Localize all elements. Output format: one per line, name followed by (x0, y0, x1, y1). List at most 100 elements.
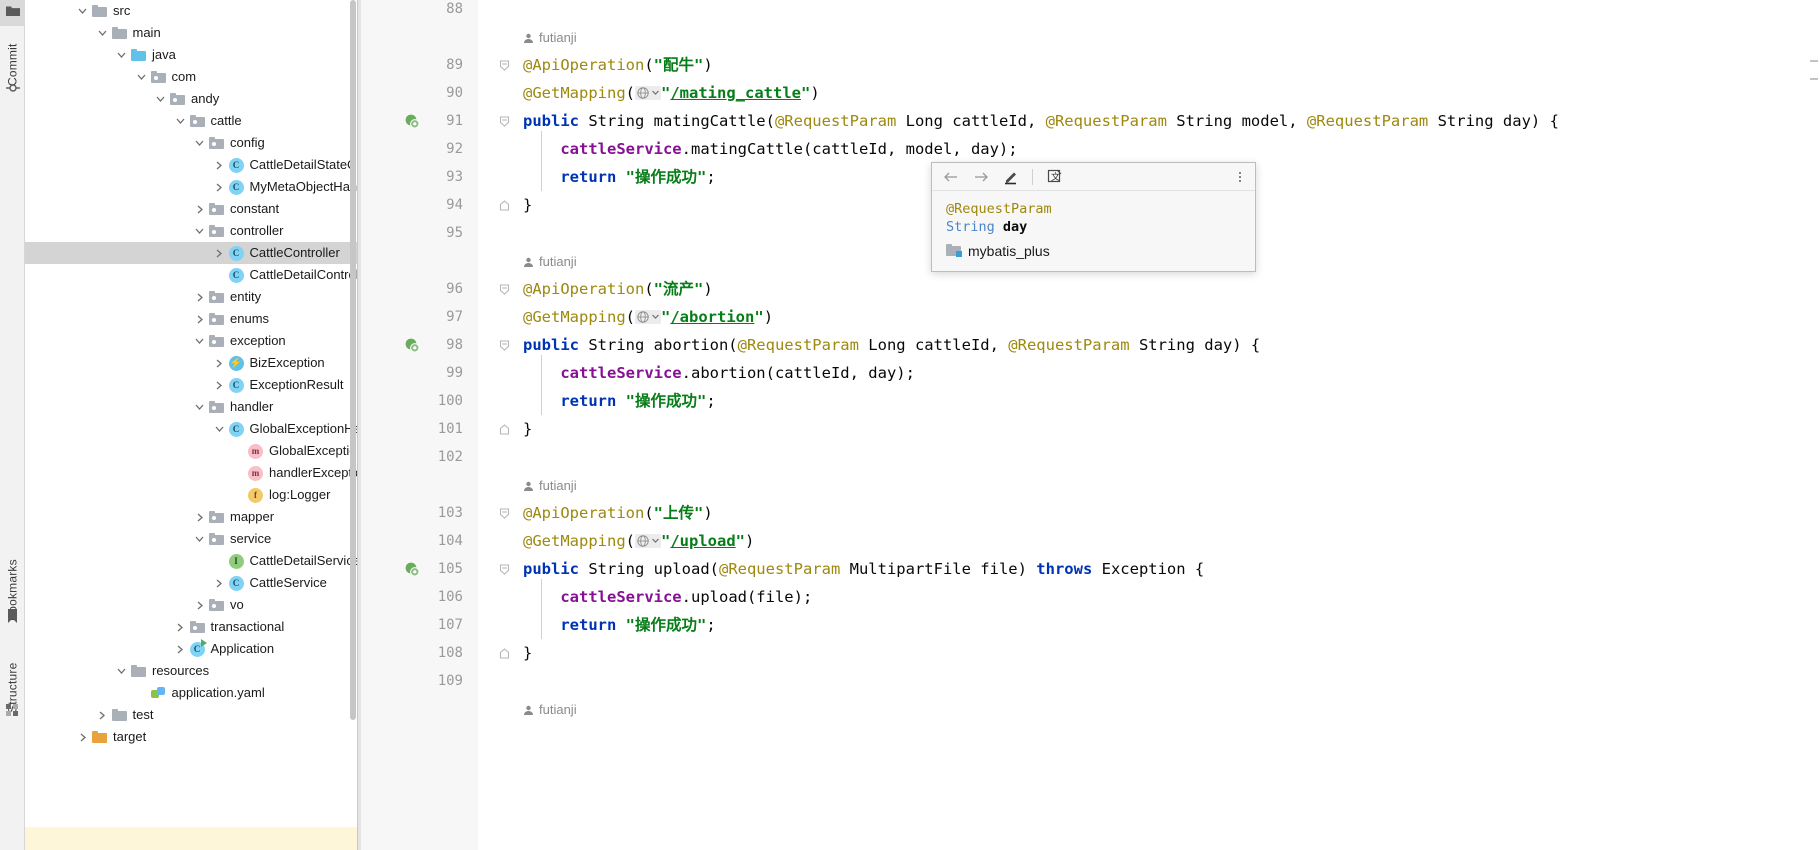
code-text[interactable]: cattleService.matingCattle(cattleId, mod… (523, 135, 1820, 163)
chevron-down-icon[interactable] (76, 5, 89, 18)
code-text[interactable]: @GetMapping("/mating_cattle") (523, 79, 1820, 107)
tree-item-vo[interactable]: vo (25, 594, 357, 616)
vcs-author-annotation[interactable]: futianji (523, 23, 577, 51)
vcs-author-row[interactable]: futianji (358, 471, 1820, 499)
code-line[interactable]: 101} (358, 415, 1820, 443)
chevron-right-icon[interactable] (193, 599, 206, 612)
tree-item-cattledetailstateconv[interactable]: C CattleDetailStateConv (25, 154, 357, 176)
tree-item-target[interactable]: target (25, 726, 357, 748)
code-line[interactable]: 103 @ApiOperation("上传") (358, 499, 1820, 527)
vcs-author-annotation[interactable]: futianji (523, 471, 577, 499)
chevron-right-icon[interactable] (76, 731, 89, 744)
code-text[interactable]: @GetMapping("/upload") (523, 527, 1820, 555)
tree-item-handlerexception[interactable]: m handlerException( (25, 462, 357, 484)
code-text[interactable]: @ApiOperation("上传") (523, 499, 1820, 527)
chevron-down-icon[interactable] (193, 225, 206, 238)
run-gutter-icon[interactable] (403, 107, 421, 135)
tree-item-application-yaml[interactable]: application.yaml (25, 682, 357, 704)
tree-item-log-logger[interactable]: f log:Logger (25, 484, 357, 506)
code-line[interactable]: 98 public String abortion(@RequestParam L… (358, 331, 1820, 359)
chevron-down-icon[interactable] (115, 49, 128, 62)
code-text[interactable]: cattleService.abortion(cattleId, day); (523, 359, 1820, 387)
tree-item-application[interactable]: C Application (25, 638, 357, 660)
code-text[interactable]: public String upload(@RequestParam Multi… (523, 555, 1820, 583)
chevron-right-icon[interactable] (213, 379, 226, 392)
code-line[interactable]: 108} (358, 639, 1820, 667)
chevron-right-icon[interactable] (96, 709, 109, 722)
code-fold-marker[interactable] (498, 51, 511, 79)
code-line[interactable]: 89 @ApiOperation("配牛") (358, 51, 1820, 79)
web-mapping-icon[interactable] (635, 533, 661, 548)
tree-scrollbar[interactable] (349, 0, 357, 850)
doc-module-row[interactable]: mybatis_plus (946, 243, 1241, 259)
tree-item-enums[interactable]: enums (25, 308, 357, 330)
chevron-down-icon[interactable] (174, 115, 187, 128)
code-text[interactable]: @GetMapping("/abortion") (523, 303, 1820, 331)
chevron-right-icon[interactable] (213, 357, 226, 370)
code-text[interactable]: } (523, 639, 1820, 667)
documentation-popup[interactable]: 文 @RequestParam String day mybatis_plus (931, 162, 1256, 272)
vcs-author-annotation[interactable]: futianji (523, 247, 577, 275)
code-fold-marker[interactable] (498, 499, 511, 527)
code-line[interactable]: 97 @GetMapping("/abortion") (358, 303, 1820, 331)
code-line[interactable]: 102 (358, 443, 1820, 471)
code-fold-marker[interactable] (498, 191, 511, 219)
vcs-author-annotation[interactable]: futianji (523, 695, 577, 723)
tree-item-service[interactable]: service (25, 528, 357, 550)
pencil-icon[interactable] (1000, 166, 1022, 188)
tree-item-cattlecontroller[interactable]: C CattleController (25, 242, 357, 264)
tree-item-exceptionresult[interactable]: C ExceptionResult (25, 374, 357, 396)
code-line[interactable]: 91 public String matingCattle(@RequestPar… (358, 107, 1820, 135)
chevron-right-icon[interactable] (193, 511, 206, 524)
tree-item-java[interactable]: java (25, 44, 357, 66)
code-line[interactable]: 92 cattleService.matingCattle(cattleId, … (358, 135, 1820, 163)
code-fold-marker[interactable] (498, 555, 511, 583)
chevron-down-icon[interactable] (213, 423, 226, 436)
tree-item-entity[interactable]: entity (25, 286, 357, 308)
chevron-down-icon[interactable] (115, 665, 128, 678)
chevron-down-icon[interactable] (193, 137, 206, 150)
tree-item-main[interactable]: main (25, 22, 357, 44)
tree-item-mapper[interactable]: mapper (25, 506, 357, 528)
code-text[interactable]: public String abortion(@RequestParam Lon… (523, 331, 1820, 359)
tree-item-mymetaobjecthandl[interactable]: C MyMetaObjectHandl (25, 176, 357, 198)
tree-item-exception[interactable]: exception (25, 330, 357, 352)
chevron-right-icon[interactable] (193, 203, 206, 216)
code-line[interactable]: 106 cattleService.upload(file); (358, 583, 1820, 611)
tree-item-com[interactable]: com (25, 66, 357, 88)
code-line[interactable]: 90 @GetMapping("/mating_cattle") (358, 79, 1820, 107)
chevron-right-icon[interactable] (174, 643, 187, 656)
code-fold-marker[interactable] (498, 639, 511, 667)
chevron-right-icon[interactable] (213, 577, 226, 590)
code-fold-marker[interactable] (498, 107, 511, 135)
tree-item-handler[interactable]: handler (25, 396, 357, 418)
tree-item-bizexception[interactable]: ⚡ BizException (25, 352, 357, 374)
tree-item-cattle[interactable]: cattle (25, 110, 357, 132)
code-fold-marker[interactable] (498, 415, 511, 443)
project-tool-button[interactable] (0, 0, 25, 26)
code-line[interactable]: 99 cattleService.abortion(cattleId, day)… (358, 359, 1820, 387)
chevron-down-icon[interactable] (193, 533, 206, 546)
code-line[interactable]: 104 @GetMapping("/upload") (358, 527, 1820, 555)
chevron-down-icon[interactable] (154, 93, 167, 106)
chevron-right-icon[interactable] (213, 159, 226, 172)
tree-item-config[interactable]: config (25, 132, 357, 154)
tree-item-controller[interactable]: controller (25, 220, 357, 242)
chevron-down-icon[interactable] (96, 27, 109, 40)
project-tool-window[interactable]: src main java com andy cattle config C CattleDet… (25, 0, 358, 850)
code-line[interactable]: 88 (358, 0, 1820, 23)
code-fold-marker[interactable] (498, 275, 511, 303)
tree-item-test[interactable]: test (25, 704, 357, 726)
run-gutter-icon[interactable] (403, 555, 421, 583)
vcs-author-row[interactable]: futianji (358, 695, 1820, 723)
project-tree[interactable]: src main java com andy cattle config C CattleDet… (25, 0, 357, 748)
chevron-right-icon[interactable] (213, 181, 226, 194)
run-gutter-icon[interactable] (403, 331, 421, 359)
chevron-right-icon[interactable] (193, 291, 206, 304)
tree-scrollbar-thumb[interactable] (350, 0, 356, 720)
code-fold-marker[interactable] (498, 331, 511, 359)
chevron-right-icon[interactable] (174, 621, 187, 634)
code-text[interactable]: cattleService.upload(file); (523, 583, 1820, 611)
code-text[interactable]: @ApiOperation("流产") (523, 275, 1820, 303)
code-line[interactable]: 107 return "操作成功"; (358, 611, 1820, 639)
